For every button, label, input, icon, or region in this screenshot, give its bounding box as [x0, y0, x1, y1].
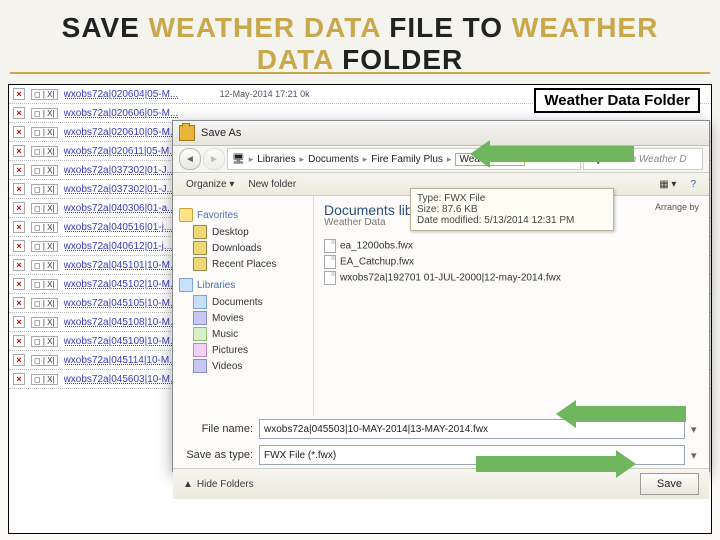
- file-icon: [324, 239, 336, 253]
- star-icon: [179, 208, 193, 222]
- sidebar-item-movies[interactable]: Movies: [179, 310, 307, 326]
- arrow-to-filename: [556, 400, 686, 428]
- nav-forward-button[interactable]: ►: [203, 148, 225, 170]
- organize-menu[interactable]: Organize ▾: [179, 177, 241, 192]
- thumb-placeholder: ◻ | X|: [31, 146, 58, 157]
- file-icon: [324, 255, 336, 269]
- delete-icon[interactable]: ×: [13, 354, 25, 366]
- sidebar-item-desktop[interactable]: Desktop: [179, 224, 307, 240]
- chevron-up-icon: ▲: [183, 479, 193, 490]
- file-item[interactable]: ea_1200obs.fwx: [324, 238, 699, 254]
- delete-icon[interactable]: ×: [13, 183, 25, 195]
- favorites-group[interactable]: Favorites: [179, 208, 307, 222]
- thumb-placeholder: ◻ | X|: [31, 336, 58, 347]
- recent-icon: [193, 257, 207, 271]
- arrange-by-label[interactable]: Arrange by: [655, 202, 699, 212]
- navigation-pane: Favorites Desktop Downloads Recent Place…: [173, 196, 314, 416]
- file-list: ea_1200obs.fwxEA_Catchup.fwxwxobs72a|192…: [324, 238, 699, 286]
- delete-icon[interactable]: ×: [13, 88, 25, 100]
- folder-icon: [179, 125, 195, 141]
- libraries-group[interactable]: Libraries: [179, 278, 307, 292]
- file-link[interactable]: wxobs72a|020604|05-M...: [64, 89, 214, 100]
- file-item[interactable]: wxobs72a|192701 01-JUL-2000|12-may-2014.…: [324, 270, 699, 286]
- downloads-icon: [193, 241, 207, 255]
- nav-back-button[interactable]: ◄: [179, 148, 201, 170]
- filename-label: File name:: [183, 423, 253, 435]
- delete-icon[interactable]: ×: [13, 202, 25, 214]
- thumb-placeholder: ◻ | X|: [31, 241, 58, 252]
- thumb-placeholder: ◻ | X|: [31, 165, 58, 176]
- delete-icon[interactable]: ×: [13, 373, 25, 385]
- sidebar-item-music[interactable]: Music: [179, 326, 307, 342]
- thumb-placeholder: ◻ | X|: [31, 203, 58, 214]
- help-button[interactable]: ?: [683, 177, 703, 192]
- desktop-icon: [193, 225, 207, 239]
- thumb-placeholder: ◻ | X|: [31, 298, 58, 309]
- thumb-placeholder: ◻ | X|: [31, 108, 58, 119]
- delete-icon[interactable]: ×: [13, 278, 25, 290]
- arrow-to-save-button: [476, 450, 636, 478]
- file-tooltip: Type: FWX File Size: 87.6 KB Date modifi…: [410, 188, 614, 231]
- delete-icon[interactable]: ×: [13, 107, 25, 119]
- dialog-title-text: Save As: [201, 127, 241, 139]
- delete-icon[interactable]: ×: [13, 316, 25, 328]
- delete-icon[interactable]: ×: [13, 335, 25, 347]
- thumb-placeholder: ◻ | X|: [31, 355, 58, 366]
- pictures-icon: [193, 343, 207, 357]
- movies-icon: [193, 311, 207, 325]
- file-item[interactable]: EA_Catchup.fwx: [324, 254, 699, 270]
- thumb-placeholder: ◻ | X|: [31, 260, 58, 271]
- thumb-placeholder: ◻ | X|: [31, 279, 58, 290]
- delete-icon[interactable]: ×: [13, 259, 25, 271]
- file-link[interactable]: wxobs72a|020606|05-M...: [64, 108, 214, 119]
- libraries-icon: [179, 278, 193, 292]
- delete-icon[interactable]: ×: [13, 126, 25, 138]
- new-folder-button[interactable]: New folder: [241, 177, 303, 192]
- delete-icon[interactable]: ×: [13, 164, 25, 176]
- sidebar-item-recent-places[interactable]: Recent Places: [179, 256, 307, 272]
- documents-icon: [193, 295, 207, 309]
- music-icon: [193, 327, 207, 341]
- thumb-placeholder: ◻ | X|: [31, 317, 58, 328]
- file-meta: 12-May-2014 17:21 0k: [220, 89, 310, 99]
- arrow-to-breadcrumb: [470, 140, 634, 168]
- saveastype-label: Save as type:: [183, 449, 253, 461]
- videos-icon: [193, 359, 207, 373]
- thumb-placeholder: ◻ | X|: [31, 89, 58, 100]
- sidebar-item-downloads[interactable]: Downloads: [179, 240, 307, 256]
- thumb-placeholder: ◻ | X|: [31, 184, 58, 195]
- delete-icon[interactable]: ×: [13, 145, 25, 157]
- slide-title: SAVE WEATHER DATA FILE TO WEATHER DATA F…: [0, 0, 720, 76]
- delete-icon[interactable]: ×: [13, 240, 25, 252]
- view-options-button[interactable]: ▦ ▾: [652, 177, 683, 192]
- save-button[interactable]: Save: [640, 473, 699, 495]
- sidebar-item-documents[interactable]: Documents: [179, 294, 307, 310]
- thumb-placeholder: ◻ | X|: [31, 127, 58, 138]
- delete-icon[interactable]: ×: [13, 297, 25, 309]
- delete-icon[interactable]: ×: [13, 221, 25, 233]
- hide-folders-toggle[interactable]: ▲Hide Folders: [183, 479, 254, 490]
- file-icon: [324, 271, 336, 285]
- sidebar-item-pictures[interactable]: Pictures: [179, 342, 307, 358]
- callout-weather-data-folder: Weather Data Folder: [534, 88, 700, 113]
- sidebar-item-videos[interactable]: Videos: [179, 358, 307, 374]
- thumb-placeholder: ◻ | X|: [31, 374, 58, 385]
- thumb-placeholder: ◻ | X|: [31, 222, 58, 233]
- computer-icon: 🖥: [232, 154, 245, 165]
